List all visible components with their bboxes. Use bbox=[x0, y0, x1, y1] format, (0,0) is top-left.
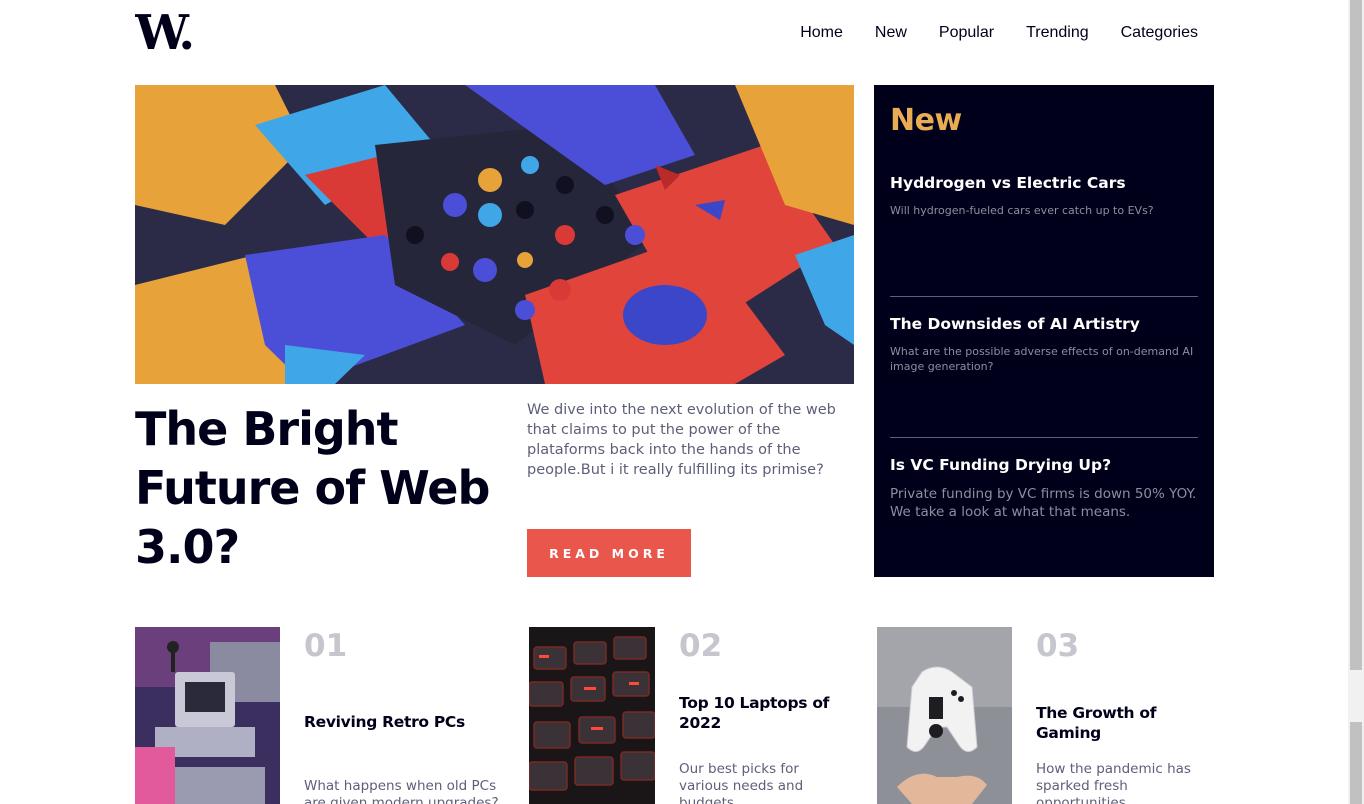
divider bbox=[890, 437, 1198, 438]
scrollbar-thumb[interactable] bbox=[1350, 0, 1362, 670]
card-number: 02 bbox=[679, 628, 723, 664]
hero-image bbox=[135, 85, 854, 384]
page: W. Home New Popular Trending Categories bbox=[0, 0, 1348, 804]
read-more-button[interactable]: READ MORE bbox=[527, 529, 691, 577]
new-panel: New Hyddrogen vs Electric Cars Will hydr… bbox=[874, 85, 1214, 577]
scrollbar-thumb-lower[interactable] bbox=[1350, 722, 1362, 804]
card-description: What happens when old PCs are given mode… bbox=[304, 778, 499, 804]
card-title[interactable]: Top 10 Laptops of 2022 bbox=[679, 693, 849, 733]
abstract-3d-blocks-image bbox=[135, 85, 854, 384]
logo[interactable]: W. bbox=[135, 11, 201, 53]
card-title[interactable]: Reviving Retro PCs bbox=[304, 712, 504, 732]
card-number: 03 bbox=[1036, 628, 1080, 664]
divider bbox=[890, 296, 1198, 297]
nav-trending[interactable]: Trending bbox=[1026, 22, 1089, 44]
retro-pc-image bbox=[135, 627, 280, 804]
card-image[interactable] bbox=[529, 627, 655, 804]
logo-text: W. bbox=[135, 11, 192, 53]
new-item-title[interactable]: Hyddrogen vs Electric Cars bbox=[890, 172, 1198, 194]
new-item-title[interactable]: The Downsides of AI Artistry bbox=[890, 313, 1198, 335]
nav-home[interactable]: Home bbox=[800, 22, 843, 44]
new-item-description: Will hydrogen-fueled cars ever catch up … bbox=[890, 204, 1154, 217]
new-item[interactable]: Hyddrogen vs Electric Cars Will hydrogen… bbox=[890, 172, 1198, 218]
nav-new[interactable]: New bbox=[875, 22, 907, 44]
hero-description: We dive into the next evolution of the w… bbox=[527, 402, 836, 478]
card-image[interactable] bbox=[877, 627, 1012, 804]
scrollbar[interactable] bbox=[1348, 0, 1364, 804]
nav-categories[interactable]: Categories bbox=[1121, 22, 1198, 44]
card-description: How the pandemic has sparked fresh oppor… bbox=[1036, 761, 1191, 804]
card-number: 01 bbox=[304, 628, 348, 664]
new-item-description: What are the possible adverse effects of… bbox=[890, 345, 1194, 373]
new-item[interactable]: Is VC Funding Drying Up? Private funding… bbox=[890, 454, 1198, 521]
new-item[interactable]: The Downsides of AI Artistry What are th… bbox=[890, 313, 1198, 374]
main-nav: Home New Popular Trending Categories bbox=[800, 22, 1198, 44]
card-title[interactable]: The Growth of Gaming bbox=[1036, 703, 1216, 743]
card-image[interactable] bbox=[135, 627, 280, 804]
game-controller-image bbox=[877, 627, 1012, 804]
new-panel-heading: New bbox=[890, 103, 962, 138]
card-description: Our best picks for various needs and bud… bbox=[679, 761, 804, 804]
new-item-description: Private funding by VC firms is down 50% … bbox=[890, 486, 1197, 520]
nav-popular[interactable]: Popular bbox=[939, 22, 994, 44]
hero-title: The Bright Future of Web 3.0? bbox=[135, 402, 490, 574]
new-item-title[interactable]: Is VC Funding Drying Up? bbox=[890, 454, 1198, 476]
keyboard-image bbox=[529, 627, 655, 804]
